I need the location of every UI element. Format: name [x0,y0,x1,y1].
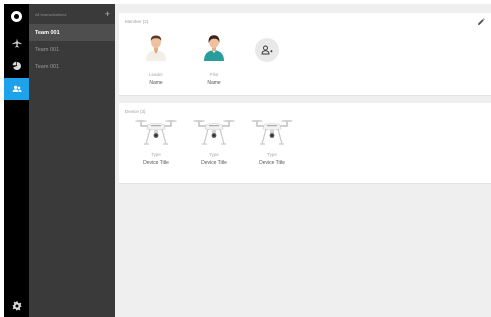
device-title: Device Title [143,160,169,166]
rail-item-teams[interactable] [4,78,29,100]
drone-icon [135,120,177,145]
chart-icon [12,61,21,70]
drone-icon [193,120,235,145]
team-list-item[interactable]: Team 001 [29,24,115,41]
team-sidebar: All teams/stations + Team 001 Team 001 T… [29,4,115,317]
device-item[interactable]: Type Device Title [132,118,180,166]
member-pilot[interactable]: Pilot Name [194,33,234,86]
add-team-button[interactable]: + [105,9,110,19]
app-window: All teams/stations + Team 001 Team 001 T… [4,4,491,317]
device-type: Type [209,152,219,157]
rail-item-settings[interactable] [4,295,29,317]
drone-icon [251,120,293,145]
members-title: Member (2) [125,19,149,24]
add-user-icon [261,45,273,55]
team-sidebar-header: All teams/stations + [29,4,115,24]
main-panel: Member (2) Leader Name Pilot Name Device… [115,4,491,317]
rail-item-stats[interactable] [4,55,29,77]
device-type: Type [151,152,161,157]
team-icon [12,85,22,92]
device-title: Device Title [201,160,227,166]
member-role: Leader [148,72,163,77]
add-member-button[interactable] [255,38,279,62]
team-list-item[interactable]: Team 001 [29,41,115,58]
man-avatar-icon [146,35,166,61]
device-title: Device Title [259,160,285,166]
woman-avatar-icon [204,35,224,61]
devices-title: Device (3) [125,109,146,114]
team-list-item[interactable]: Team 001 [29,58,115,75]
device-item[interactable]: Type Device Title [248,118,296,166]
member-role: Pilot [209,72,219,77]
icon-rail [4,4,29,317]
airplane-icon [12,38,21,48]
team-sidebar-title: All teams/stations [35,11,67,17]
devices-card: Device (3) Type Device Title Type Device… [119,103,491,184]
member-leader[interactable]: Leader Name [136,33,176,86]
pencil-icon[interactable] [477,18,485,26]
rail-item-flights[interactable] [4,32,29,54]
members-card: Member (2) Leader Name Pilot Name [119,13,491,96]
device-type: Type [267,152,277,157]
member-name: Name [149,80,163,86]
logo-icon[interactable] [11,11,22,22]
device-item[interactable]: Type Device Title [190,118,238,166]
member-name: Name [207,80,221,86]
gear-icon [12,301,21,311]
